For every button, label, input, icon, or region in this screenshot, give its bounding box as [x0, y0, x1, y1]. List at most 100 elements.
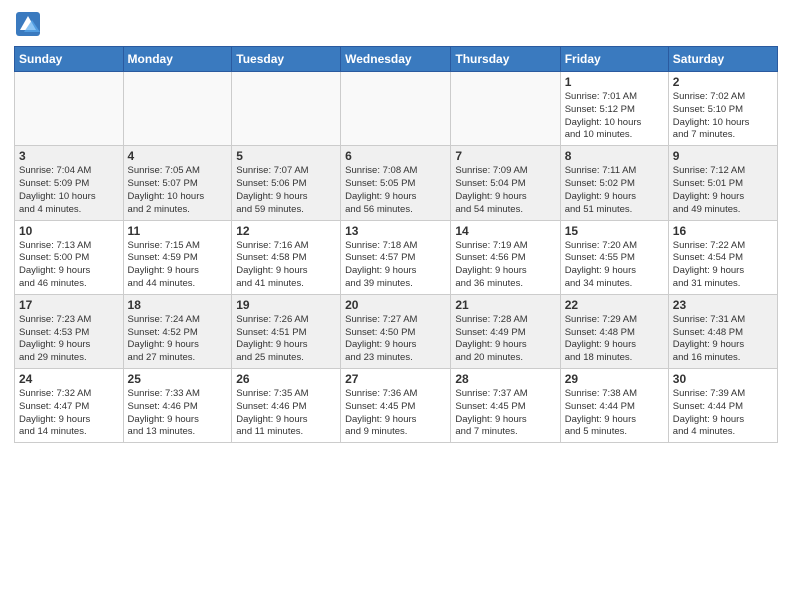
day-number: 27: [345, 372, 446, 386]
day-info: Sunrise: 7:33 AM Sunset: 4:46 PM Dayligh…: [128, 388, 228, 439]
day-info: Sunrise: 7:26 AM Sunset: 4:51 PM Dayligh…: [236, 314, 336, 365]
day-info: Sunrise: 7:15 AM Sunset: 4:59 PM Dayligh…: [128, 240, 228, 291]
day-info: Sunrise: 7:38 AM Sunset: 4:44 PM Dayligh…: [565, 388, 664, 439]
day-info: Sunrise: 7:19 AM Sunset: 4:56 PM Dayligh…: [455, 240, 555, 291]
day-number: 22: [565, 298, 664, 312]
day-info: Sunrise: 7:37 AM Sunset: 4:45 PM Dayligh…: [455, 388, 555, 439]
day-number: 9: [673, 149, 773, 163]
calendar-cell: [15, 72, 124, 146]
day-info: Sunrise: 7:04 AM Sunset: 5:09 PM Dayligh…: [19, 165, 119, 216]
calendar-cell: 2 Sunrise: 7:02 AM Sunset: 5:10 PM Daylig…: [668, 72, 777, 146]
day-info: Sunrise: 7:09 AM Sunset: 5:04 PM Dayligh…: [455, 165, 555, 216]
calendar-cell: 3 Sunrise: 7:04 AM Sunset: 5:09 PM Daylig…: [15, 146, 124, 220]
calendar-cell: 10Sunrise: 7:13 AM Sunset: 5:00 PM Dayli…: [15, 220, 124, 294]
day-number: 2: [673, 75, 773, 89]
day-number: 18: [128, 298, 228, 312]
day-info: Sunrise: 7:11 AM Sunset: 5:02 PM Dayligh…: [565, 165, 664, 216]
calendar-cell: [341, 72, 451, 146]
calendar-cell: 12Sunrise: 7:16 AM Sunset: 4:58 PM Dayli…: [232, 220, 341, 294]
day-info: Sunrise: 7:27 AM Sunset: 4:50 PM Dayligh…: [345, 314, 446, 365]
calendar-cell: 7 Sunrise: 7:09 AM Sunset: 5:04 PM Daylig…: [451, 146, 560, 220]
day-info: Sunrise: 7:28 AM Sunset: 4:49 PM Dayligh…: [455, 314, 555, 365]
weekday-header-row: SundayMondayTuesdayWednesdayThursdayFrid…: [15, 47, 778, 72]
weekday-header-thursday: Thursday: [451, 47, 560, 72]
day-info: Sunrise: 7:18 AM Sunset: 4:57 PM Dayligh…: [345, 240, 446, 291]
day-number: 30: [673, 372, 773, 386]
calendar-cell: [232, 72, 341, 146]
day-number: 19: [236, 298, 336, 312]
day-info: Sunrise: 7:23 AM Sunset: 4:53 PM Dayligh…: [19, 314, 119, 365]
day-number: 6: [345, 149, 446, 163]
day-number: 23: [673, 298, 773, 312]
calendar-cell: 5Sunrise: 7:07 AM Sunset: 5:06 PM Daylig…: [232, 146, 341, 220]
calendar-cell: 13Sunrise: 7:18 AM Sunset: 4:57 PM Dayli…: [341, 220, 451, 294]
day-number: 24: [19, 372, 119, 386]
day-info: Sunrise: 7:02 AM Sunset: 5:10 PM Dayligh…: [673, 91, 773, 142]
day-info: Sunrise: 7:05 AM Sunset: 5:07 PM Dayligh…: [128, 165, 228, 216]
day-number: 8: [565, 149, 664, 163]
day-number: 16: [673, 224, 773, 238]
calendar-week-4: 17 Sunrise: 7:23 AM Sunset: 4:53 PM Dayli…: [15, 294, 778, 368]
day-info: Sunrise: 7:39 AM Sunset: 4:44 PM Dayligh…: [673, 388, 773, 439]
day-info: Sunrise: 7:36 AM Sunset: 4:45 PM Dayligh…: [345, 388, 446, 439]
weekday-header-saturday: Saturday: [668, 47, 777, 72]
page: SundayMondayTuesdayWednesdayThursdayFrid…: [0, 0, 792, 453]
calendar-cell: 22 Sunrise: 7:29 AM Sunset: 4:48 PM Dayli…: [560, 294, 668, 368]
calendar-week-2: 3 Sunrise: 7:04 AM Sunset: 5:09 PM Daylig…: [15, 146, 778, 220]
day-info: Sunrise: 7:12 AM Sunset: 5:01 PM Dayligh…: [673, 165, 773, 216]
day-number: 11: [128, 224, 228, 238]
day-number: 4: [128, 149, 228, 163]
calendar-cell: 19 Sunrise: 7:26 AM Sunset: 4:51 PM Dayli…: [232, 294, 341, 368]
day-number: 7: [455, 149, 555, 163]
calendar-cell: 16 Sunrise: 7:22 AM Sunset: 4:54 PM Dayli…: [668, 220, 777, 294]
calendar-cell: 21Sunrise: 7:28 AM Sunset: 4:49 PM Dayli…: [451, 294, 560, 368]
weekday-header-tuesday: Tuesday: [232, 47, 341, 72]
day-number: 14: [455, 224, 555, 238]
calendar-cell: [123, 72, 232, 146]
day-info: Sunrise: 7:32 AM Sunset: 4:47 PM Dayligh…: [19, 388, 119, 439]
calendar-body: 1 Sunrise: 7:01 AM Sunset: 5:12 PM Daylig…: [15, 72, 778, 443]
calendar-cell: 14 Sunrise: 7:19 AM Sunset: 4:56 PM Dayli…: [451, 220, 560, 294]
calendar-cell: 11 Sunrise: 7:15 AM Sunset: 4:59 PM Dayli…: [123, 220, 232, 294]
calendar-cell: 27 Sunrise: 7:36 AM Sunset: 4:45 PM Dayli…: [341, 369, 451, 443]
day-info: Sunrise: 7:29 AM Sunset: 4:48 PM Dayligh…: [565, 314, 664, 365]
calendar-table: SundayMondayTuesdayWednesdayThursdayFrid…: [14, 46, 778, 443]
day-info: Sunrise: 7:07 AM Sunset: 5:06 PM Dayligh…: [236, 165, 336, 216]
calendar-cell: 9 Sunrise: 7:12 AM Sunset: 5:01 PM Daylig…: [668, 146, 777, 220]
day-number: 25: [128, 372, 228, 386]
weekday-header-sunday: Sunday: [15, 47, 124, 72]
day-info: Sunrise: 7:08 AM Sunset: 5:05 PM Dayligh…: [345, 165, 446, 216]
calendar-cell: 4 Sunrise: 7:05 AM Sunset: 5:07 PM Daylig…: [123, 146, 232, 220]
calendar-cell: 20 Sunrise: 7:27 AM Sunset: 4:50 PM Dayli…: [341, 294, 451, 368]
day-info: Sunrise: 7:31 AM Sunset: 4:48 PM Dayligh…: [673, 314, 773, 365]
day-info: Sunrise: 7:01 AM Sunset: 5:12 PM Dayligh…: [565, 91, 664, 142]
weekday-header-wednesday: Wednesday: [341, 47, 451, 72]
calendar-cell: 24 Sunrise: 7:32 AM Sunset: 4:47 PM Dayli…: [15, 369, 124, 443]
day-info: Sunrise: 7:20 AM Sunset: 4:55 PM Dayligh…: [565, 240, 664, 291]
calendar-week-1: 1 Sunrise: 7:01 AM Sunset: 5:12 PM Daylig…: [15, 72, 778, 146]
day-info: Sunrise: 7:22 AM Sunset: 4:54 PM Dayligh…: [673, 240, 773, 291]
day-number: 10: [19, 224, 119, 238]
day-number: 1: [565, 75, 664, 89]
calendar-header: SundayMondayTuesdayWednesdayThursdayFrid…: [15, 47, 778, 72]
calendar-cell: 8 Sunrise: 7:11 AM Sunset: 5:02 PM Daylig…: [560, 146, 668, 220]
day-number: 26: [236, 372, 336, 386]
day-number: 20: [345, 298, 446, 312]
calendar-week-5: 24 Sunrise: 7:32 AM Sunset: 4:47 PM Dayli…: [15, 369, 778, 443]
weekday-header-monday: Monday: [123, 47, 232, 72]
logo-icon: [14, 10, 42, 38]
calendar-cell: 17 Sunrise: 7:23 AM Sunset: 4:53 PM Dayli…: [15, 294, 124, 368]
day-info: Sunrise: 7:35 AM Sunset: 4:46 PM Dayligh…: [236, 388, 336, 439]
day-info: Sunrise: 7:24 AM Sunset: 4:52 PM Dayligh…: [128, 314, 228, 365]
calendar-cell: 23 Sunrise: 7:31 AM Sunset: 4:48 PM Dayli…: [668, 294, 777, 368]
calendar-cell: [451, 72, 560, 146]
day-number: 29: [565, 372, 664, 386]
calendar-cell: 15 Sunrise: 7:20 AM Sunset: 4:55 PM Dayli…: [560, 220, 668, 294]
weekday-header-friday: Friday: [560, 47, 668, 72]
calendar-cell: 18 Sunrise: 7:24 AM Sunset: 4:52 PM Dayli…: [123, 294, 232, 368]
day-number: 15: [565, 224, 664, 238]
logo: [14, 10, 46, 38]
day-number: 3: [19, 149, 119, 163]
day-number: 12: [236, 224, 336, 238]
day-number: 17: [19, 298, 119, 312]
